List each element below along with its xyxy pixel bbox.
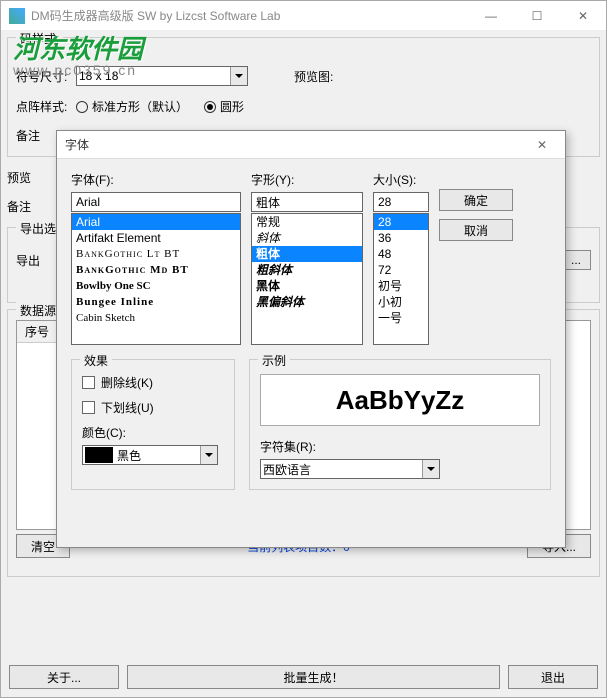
preview-label: 预览图:: [294, 68, 333, 85]
font-name-input[interactable]: [71, 192, 241, 212]
sample-group: 示例 AaBbYyZz 字符集(R): 西欧语言: [249, 359, 551, 490]
dropdown-arrow-icon: [200, 446, 217, 464]
size-item[interactable]: 28: [374, 214, 428, 230]
size-item[interactable]: 一号: [374, 310, 428, 326]
size-label: 符号尺寸:: [16, 68, 70, 85]
minimize-button[interactable]: —: [468, 1, 514, 31]
font-dialog-titlebar: 字体 ✕: [57, 131, 565, 159]
style-item[interactable]: 粗体: [252, 246, 362, 262]
app-icon: [9, 8, 25, 24]
cancel-button[interactable]: 取消: [439, 219, 513, 241]
remark2-label: 备注: [7, 198, 61, 215]
font-dialog: 字体 ✕ 字体(F): Arial Artifakt Element BankG…: [56, 130, 566, 548]
close-button[interactable]: ✕: [560, 1, 606, 31]
maximize-button[interactable]: ☐: [514, 1, 560, 31]
size-item[interactable]: 72: [374, 262, 428, 278]
font-item[interactable]: Bowlby One SC: [72, 278, 240, 294]
font-style-input[interactable]: [251, 192, 363, 212]
font-item[interactable]: Bungee Inline: [72, 294, 240, 310]
about-button[interactable]: 关于...: [9, 665, 119, 689]
size-item[interactable]: 初号: [374, 278, 428, 294]
color-swatch: [85, 447, 113, 463]
dot-style-label: 点阵样式:: [16, 98, 70, 115]
font-item[interactable]: Cabin Sketch: [72, 310, 240, 326]
main-titlebar: DM码生成器高级版 SW by Lizcst Software Lab — ☐ …: [1, 1, 606, 31]
radio-icon: [76, 101, 88, 113]
window-title: DM码生成器高级版 SW by Lizcst Software Lab: [31, 7, 468, 24]
datasrc-title: 数据源: [16, 302, 60, 319]
charset-select[interactable]: 西欧语言: [260, 459, 440, 479]
font-field-label: 字体(F):: [71, 171, 241, 188]
radio-square[interactable]: 标准方形（默认）: [76, 98, 188, 115]
font-size-input[interactable]: [373, 192, 429, 212]
size-item[interactable]: 48: [374, 246, 428, 262]
ok-button[interactable]: 确定: [439, 189, 513, 211]
font-item[interactable]: Artifakt Element: [72, 230, 240, 246]
color-label: 颜色(C):: [82, 424, 224, 441]
sample-title: 示例: [258, 352, 290, 369]
style-item[interactable]: 黑体: [252, 278, 362, 294]
font-item[interactable]: Arial: [72, 214, 240, 230]
checkbox-icon: [82, 401, 95, 414]
column-header-index[interactable]: 序号: [17, 321, 58, 343]
style-field-label: 字形(Y):: [251, 171, 363, 188]
style-item[interactable]: 斜体: [252, 230, 362, 246]
color-select[interactable]: 黑色: [82, 445, 218, 465]
checkbox-icon: [82, 376, 95, 389]
radio-icon: [204, 101, 216, 113]
size-item[interactable]: 小初: [374, 294, 428, 310]
symbol-size-select[interactable]: 18 x 18: [76, 66, 248, 86]
style-item[interactable]: 粗斜体: [252, 262, 362, 278]
style-group-title: 码样式:: [16, 30, 63, 47]
dropdown-arrow-icon: [230, 67, 247, 85]
dropdown-arrow-icon: [422, 460, 439, 478]
size-list[interactable]: 28 36 48 72 初号 小初 一号: [373, 213, 429, 345]
font-item[interactable]: BankGothic Lt BT: [72, 246, 240, 262]
effects-title: 效果: [80, 352, 112, 369]
font-list[interactable]: Arial Artifakt Element BankGothic Lt BT …: [71, 213, 241, 345]
sample-preview: AaBbYyZz: [260, 374, 540, 426]
export-group-title: 导出选: [16, 220, 60, 237]
exit-button[interactable]: 退出: [508, 665, 598, 689]
style-item[interactable]: 黑偏斜体: [252, 294, 362, 310]
font-item[interactable]: BankGothic Md BT: [72, 262, 240, 278]
font-dialog-close-button[interactable]: ✕: [519, 131, 565, 159]
size-field-label: 大小(S):: [373, 171, 429, 188]
charset-label: 字符集(R):: [260, 438, 540, 455]
batch-generate-button[interactable]: 批量生成！: [127, 665, 500, 689]
style-list[interactable]: 常规 斜体 粗体 粗斜体 黑体 黑偏斜体: [251, 213, 363, 345]
strikethrough-checkbox[interactable]: 删除线(K): [82, 374, 224, 391]
preview2-label: 预览: [7, 169, 61, 186]
font-dialog-title: 字体: [65, 136, 519, 153]
footer-buttons: 关于... 批量生成！ 退出: [9, 665, 598, 689]
size-item[interactable]: 36: [374, 230, 428, 246]
radio-circle[interactable]: 圆形: [204, 98, 244, 115]
style-item[interactable]: 常规: [252, 214, 362, 230]
effects-group: 效果 删除线(K) 下划线(U) 颜色(C): 黑色: [71, 359, 235, 490]
underline-checkbox[interactable]: 下划线(U): [82, 399, 224, 416]
